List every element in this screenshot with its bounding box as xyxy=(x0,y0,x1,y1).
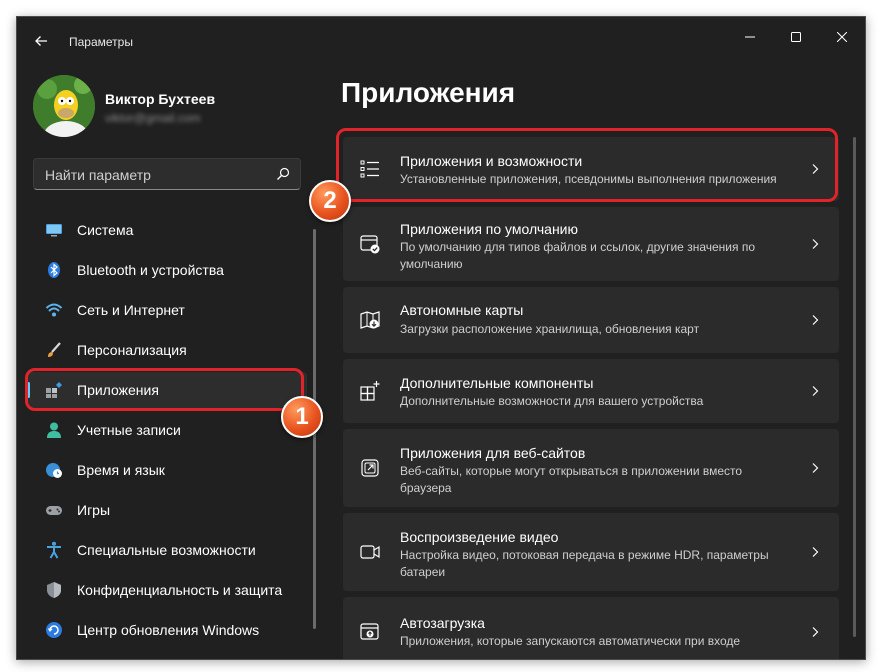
sidebar-item-label: Специальные возможности xyxy=(77,542,256,558)
avatar-image-icon xyxy=(33,75,95,137)
avatar[interactable] xyxy=(33,75,95,137)
card-offline-maps[interactable]: Автономные карты Загрузки расположение х… xyxy=(343,287,839,353)
gamepad-icon xyxy=(46,506,62,515)
sidebar-item-label: Сеть и Интернет xyxy=(77,302,185,318)
minimize-button[interactable] xyxy=(727,23,773,51)
video-icon xyxy=(360,545,380,559)
globe-clock-icon xyxy=(46,463,62,478)
sidebar-item-accessibility[interactable]: Специальные возможности xyxy=(27,532,307,568)
sidebar-item-label: Персонализация xyxy=(77,342,187,358)
close-icon xyxy=(837,32,847,42)
sidebar-item-label: Игры xyxy=(77,502,111,518)
card-description: Загрузки расположение хранилища, обновле… xyxy=(400,322,700,336)
settings-cards: Приложения и возможности Установленные п… xyxy=(343,137,839,659)
back-arrow-icon xyxy=(35,36,47,46)
sidebar-item-time-language[interactable]: Время и язык xyxy=(27,452,307,488)
page-title: Приложения xyxy=(341,77,516,108)
card-title: Воспроизведение видео xyxy=(400,529,559,545)
monitor-icon xyxy=(46,224,62,237)
minimize-icon xyxy=(745,36,755,38)
card-title: Автономные карты xyxy=(400,302,524,318)
startup-icon xyxy=(360,623,379,640)
card-optional-features[interactable]: Дополнительные компоненты Дополнительные… xyxy=(343,359,839,423)
card-description: По умолчанию для типов файлов и ссылок, … xyxy=(400,240,755,271)
accessibility-icon xyxy=(47,541,61,559)
chevron-right-icon xyxy=(812,627,819,637)
card-title: Приложения для веб-сайтов xyxy=(400,445,586,461)
card-title: Приложения по умолчанию xyxy=(400,221,578,237)
maximize-button[interactable] xyxy=(773,23,819,51)
shield-icon xyxy=(47,582,61,598)
card-description: Настройка видео, потоковая передача в ре… xyxy=(400,548,769,579)
chevron-right-icon xyxy=(812,463,819,473)
card-default-apps[interactable]: Приложения по умолчанию По умолчанию для… xyxy=(343,207,839,281)
grid-plus-icon xyxy=(360,381,380,401)
search-input[interactable]: Найти параметр xyxy=(45,167,151,183)
highlight-apps-nav xyxy=(25,368,304,411)
sidebar-item-bluetooth[interactable]: Bluetooth и устройства xyxy=(27,252,307,288)
title-bar: Параметры xyxy=(17,17,865,65)
sidebar-item-label: Bluetooth и устройства xyxy=(77,262,224,278)
default-apps-icon xyxy=(360,235,380,254)
close-button[interactable] xyxy=(819,23,865,51)
card-startup[interactable]: Автозагрузка Приложения, которые запуска… xyxy=(343,597,839,659)
search-box[interactable]: Найти параметр xyxy=(33,158,301,190)
card-video-playback[interactable]: Воспроизведение видео Настройка видео, п… xyxy=(343,513,839,591)
sidebar-item-label: Время и язык xyxy=(77,462,165,478)
person-icon xyxy=(47,422,61,438)
sidebar-item-personalization[interactable]: Персонализация xyxy=(27,332,307,368)
sidebar-item-label: Конфиденциальность и защита xyxy=(77,582,283,598)
sidebar-item-windows-update[interactable]: Центр обновления Windows xyxy=(27,612,307,648)
brush-icon xyxy=(48,342,61,357)
map-download-icon xyxy=(360,311,380,329)
settings-window: Параметры Виктор Бухтеев viktor@gmail.co… xyxy=(16,16,866,660)
step-badge-2: 2 xyxy=(309,180,351,222)
card-description: Дополнительные возможности для вашего ус… xyxy=(400,394,704,408)
card-apps-for-websites[interactable]: Приложения для веб-сайтов Веб-сайты, кот… xyxy=(343,429,839,507)
step-badge-1: 1 xyxy=(281,396,323,438)
main-scrollbar[interactable] xyxy=(853,137,856,637)
chevron-right-icon xyxy=(812,386,819,396)
chevron-right-icon xyxy=(812,315,819,325)
sidebar-item-gaming[interactable]: Игры xyxy=(27,492,307,528)
user-name: Виктор Бухтеев xyxy=(105,91,216,107)
user-email: viktor@gmail.com xyxy=(105,111,201,125)
card-description: Приложения, которые запускаются автомати… xyxy=(400,634,741,648)
open-link-icon xyxy=(361,459,379,477)
card-title: Дополнительные компоненты xyxy=(400,375,594,391)
sidebar-item-label: Учетные записи xyxy=(77,422,181,438)
sidebar-item-system[interactable]: Система xyxy=(27,212,307,248)
app-title: Параметры xyxy=(69,35,133,49)
card-description: Веб-сайты, которые могут открываться в п… xyxy=(400,464,743,495)
chevron-right-icon xyxy=(812,239,819,249)
bluetooth-icon xyxy=(48,262,60,278)
sidebar-nav: Система Bluetooth и устройства Сеть и Ин… xyxy=(27,212,307,652)
sidebar-item-label: Центр обновления Windows xyxy=(77,622,260,638)
sidebar-item-accounts[interactable]: Учетные записи xyxy=(27,412,307,448)
sidebar-item-network[interactable]: Сеть и Интернет xyxy=(27,292,307,328)
update-icon xyxy=(46,622,62,638)
sidebar-item-privacy[interactable]: Конфиденциальность и защита xyxy=(27,572,307,608)
search-icon[interactable] xyxy=(276,167,290,181)
chevron-right-icon xyxy=(812,547,819,557)
wifi-icon xyxy=(45,303,63,317)
card-title: Автозагрузка xyxy=(400,615,485,631)
sidebar-item-label: Система xyxy=(77,222,134,238)
back-button[interactable] xyxy=(29,29,53,53)
highlight-apps-features-card xyxy=(336,128,838,202)
maximize-icon xyxy=(791,32,801,42)
